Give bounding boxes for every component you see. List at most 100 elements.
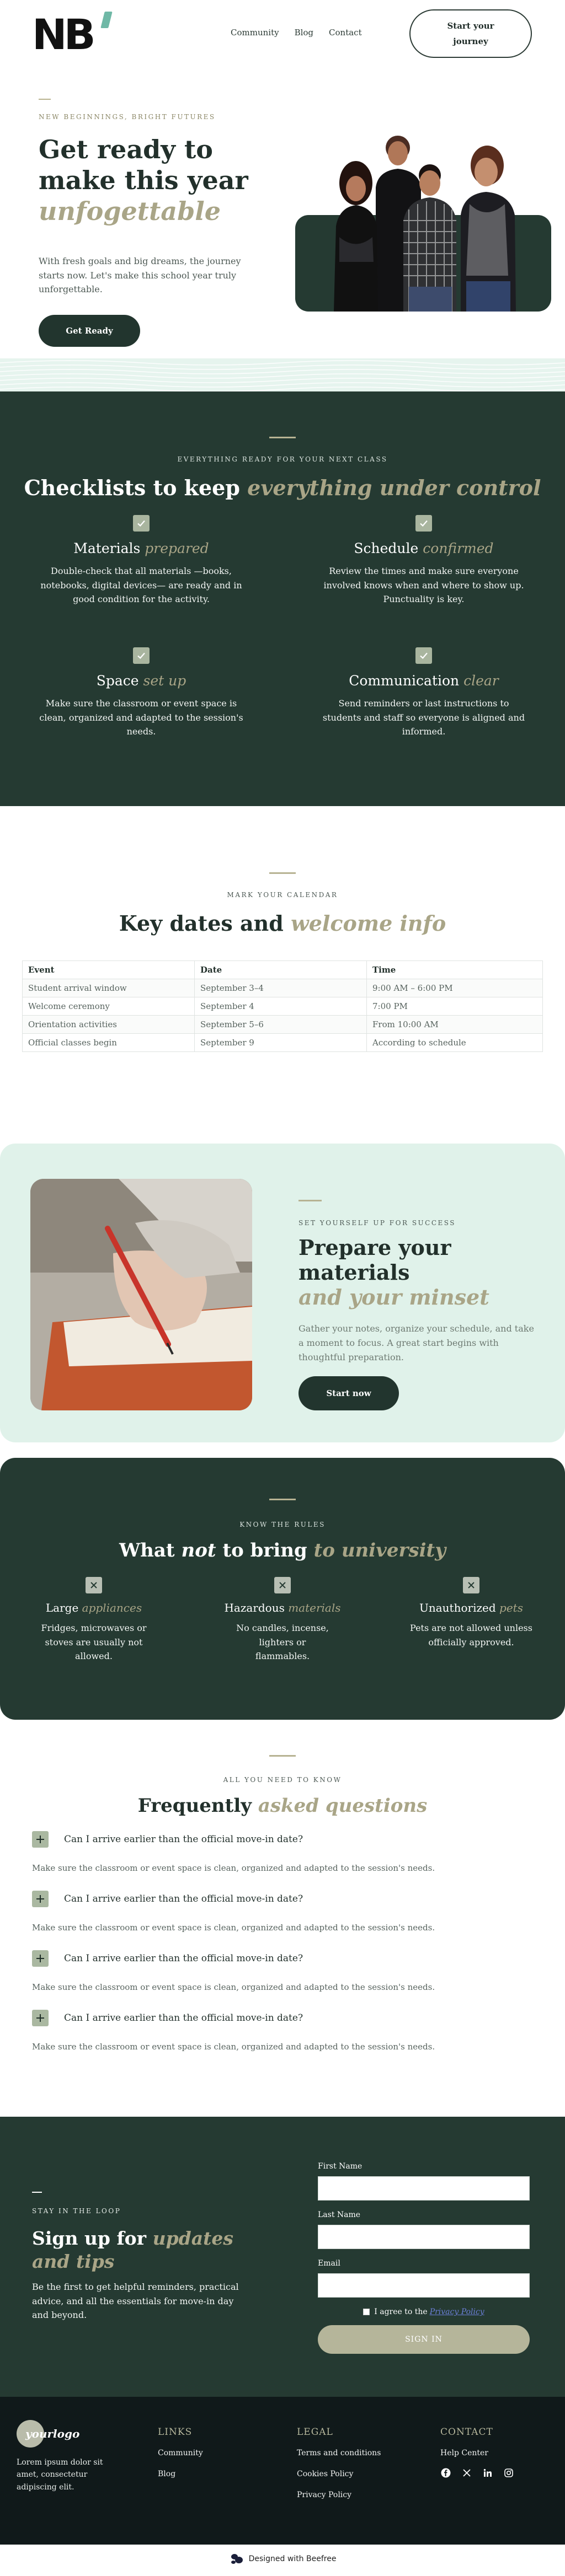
plus-icon[interactable] xyxy=(32,1950,49,1967)
facebook-icon[interactable] xyxy=(440,2467,451,2478)
card-text: Double-check that all materials —books, … xyxy=(40,566,242,605)
hero-text: With fresh goals and big dreams, the jou… xyxy=(39,256,241,295)
card-title-accent: materials xyxy=(288,1601,341,1614)
footer-contact-column: CONTACT Help Center xyxy=(440,2427,514,2491)
newsletter-text: Be the first to get helpful reminders, p… xyxy=(32,2282,239,2321)
key-dates-table: Event Date Time Student arrival window S… xyxy=(22,960,543,1052)
hero-title-accent: unfogettable xyxy=(39,196,221,227)
rule-card-hazardous: Hazardous materials No candles, incense,… xyxy=(205,1577,360,1663)
faq-title: Frequently asked questions xyxy=(0,1795,565,1817)
last-name-label: Last Name xyxy=(318,2210,361,2219)
card-text: Review the times and make sure everyone … xyxy=(323,566,524,605)
logo[interactable]: NB xyxy=(32,11,113,56)
signup-form: First Name Last Name Email I agree to th… xyxy=(318,2162,530,2354)
table-cell: From 10:00 AM xyxy=(366,1015,543,1034)
hero-rule xyxy=(39,99,51,100)
rules-title-b: not xyxy=(181,1539,216,1561)
privacy-policy-link[interactable]: Privacy Policy xyxy=(430,2307,484,2316)
start-journey-button[interactable]: Start your journey xyxy=(409,9,532,58)
table-cell: September 5–6 xyxy=(194,1015,367,1034)
table-row: Student arrival window September 3–4 9:0… xyxy=(22,979,543,997)
first-name-label: First Name xyxy=(318,2162,363,2171)
checklist-title: Checklists to keep everything under cont… xyxy=(0,475,565,500)
table-cell: September 4 xyxy=(194,997,367,1016)
dates-title-plain: Key dates and xyxy=(119,911,284,936)
faq-question[interactable]: Can I arrive earlier than the official m… xyxy=(32,1831,540,1848)
privacy-agreement: I agree to the Privacy Policy xyxy=(318,2307,530,2316)
card-title: Hazardous materials xyxy=(205,1601,360,1614)
newsletter-rule xyxy=(32,2192,42,2193)
rule-card-pets: Unauthorized pets Pets are not allowed u… xyxy=(394,1577,548,1649)
dates-title: Key dates and welcome info xyxy=(0,911,565,936)
rules-section: KNOW THE RULES What not to bring to univ… xyxy=(0,1458,565,1731)
nav-blog[interactable]: Blog xyxy=(295,28,313,37)
instagram-icon[interactable] xyxy=(503,2467,514,2478)
footer-link-help-center[interactable]: Help Center xyxy=(440,2449,514,2457)
designed-with-beefree[interactable]: Designed with Beefree xyxy=(0,2545,565,2573)
table-row: Official classes begin September 9 Accor… xyxy=(22,1033,543,1052)
table-cell: Student arrival window xyxy=(22,979,195,997)
x-icon[interactable] xyxy=(461,2467,472,2478)
faq-item: Can I arrive earlier than the official m… xyxy=(32,1831,540,1873)
faq-answer: Make sure the classroom or event space i… xyxy=(32,1982,435,1992)
newsletter-title-plain: Sign up for xyxy=(32,2228,147,2249)
faq-question[interactable]: Can I arrive earlier than the official m… xyxy=(32,2010,540,2026)
faq-answer: Make sure the classroom or event space i… xyxy=(32,2042,435,2052)
last-name-field[interactable] xyxy=(318,2225,530,2249)
nav-contact[interactable]: Contact xyxy=(329,28,362,37)
faq-answer: Make sure the classroom or event space i… xyxy=(32,1863,435,1873)
rules-rule xyxy=(269,1499,296,1500)
card-text: Make sure the classroom or event space i… xyxy=(39,698,243,737)
x-icon xyxy=(86,1577,102,1593)
get-ready-button[interactable]: Get Ready xyxy=(39,315,140,347)
linkedin-icon[interactable] xyxy=(482,2467,493,2478)
nav-community[interactable]: Community xyxy=(231,28,279,37)
newsletter-title: Sign up for updates and tips xyxy=(32,2227,253,2273)
faq-question-text: Can I arrive earlier than the official m… xyxy=(64,1893,303,1904)
faq-question[interactable]: Can I arrive earlier than the official m… xyxy=(32,1950,540,1967)
start-now-button[interactable]: Start now xyxy=(299,1376,399,1411)
footer-logo[interactable]: yourlogo xyxy=(17,2420,79,2448)
email-field[interactable] xyxy=(318,2273,530,2298)
footer-link-community[interactable]: Community xyxy=(158,2449,203,2457)
card-title-accent: appliances xyxy=(82,1601,142,1614)
faq-item: Can I arrive earlier than the official m… xyxy=(32,1891,540,1933)
checklist-section: EVERYTHING READY FOR YOUR NEXT CLASS Che… xyxy=(0,391,565,806)
faq-question[interactable]: Can I arrive earlier than the official m… xyxy=(32,1891,540,1907)
faq-rule xyxy=(269,1755,296,1757)
faq-title-plain: Frequently xyxy=(137,1795,252,1817)
plus-icon[interactable] xyxy=(32,1831,49,1848)
main-nav: Community Blog Contact xyxy=(231,28,362,37)
column-header-date: Date xyxy=(194,960,367,979)
privacy-agree-text: I agree to the xyxy=(374,2307,428,2316)
checklist-card-space: Space set up Make sure the classroom or … xyxy=(36,647,247,739)
table-cell: September 3–4 xyxy=(194,979,367,997)
plus-icon[interactable] xyxy=(32,1891,49,1907)
table-header-row: Event Date Time xyxy=(22,960,543,979)
column-header-event: Event xyxy=(22,960,195,979)
materials-text: Gather your notes, organize your schedul… xyxy=(299,1323,534,1362)
hero-title: Get ready to make this year unfogettable xyxy=(39,134,259,227)
dates-rule xyxy=(269,872,296,874)
footer-link-blog[interactable]: Blog xyxy=(158,2470,203,2478)
card-text: Pets are not allowed unless officially a… xyxy=(410,1623,532,1647)
footer-link-privacy[interactable]: Privacy Policy xyxy=(297,2491,381,2499)
first-name-field[interactable] xyxy=(318,2176,530,2201)
email-label: Email xyxy=(318,2259,340,2268)
footer-link-terms[interactable]: Terms and conditions xyxy=(297,2449,381,2457)
privacy-checkbox[interactable] xyxy=(363,2309,370,2315)
sign-in-button[interactable]: SIGN IN xyxy=(318,2325,530,2354)
checkbox-icon xyxy=(133,647,150,664)
footer-links-title: LINKS xyxy=(158,2427,193,2438)
card-title: Large appliances xyxy=(17,1601,171,1614)
site-header: NB Community Blog Contact Start your jou… xyxy=(0,0,565,69)
x-icon xyxy=(463,1577,479,1593)
rules-title-accent: to university xyxy=(313,1539,446,1561)
footer-links-column: LINKS Community Blog xyxy=(158,2427,203,2491)
plus-icon[interactable] xyxy=(32,2010,49,2026)
card-title-plain: Communication xyxy=(349,673,460,689)
footer-link-cookies[interactable]: Cookies Policy xyxy=(297,2470,381,2478)
materials-rule xyxy=(299,1200,322,1201)
materials-title-plain: Prepare your materials xyxy=(299,1235,451,1285)
faq-answer: Make sure the classroom or event space i… xyxy=(32,1923,435,1933)
